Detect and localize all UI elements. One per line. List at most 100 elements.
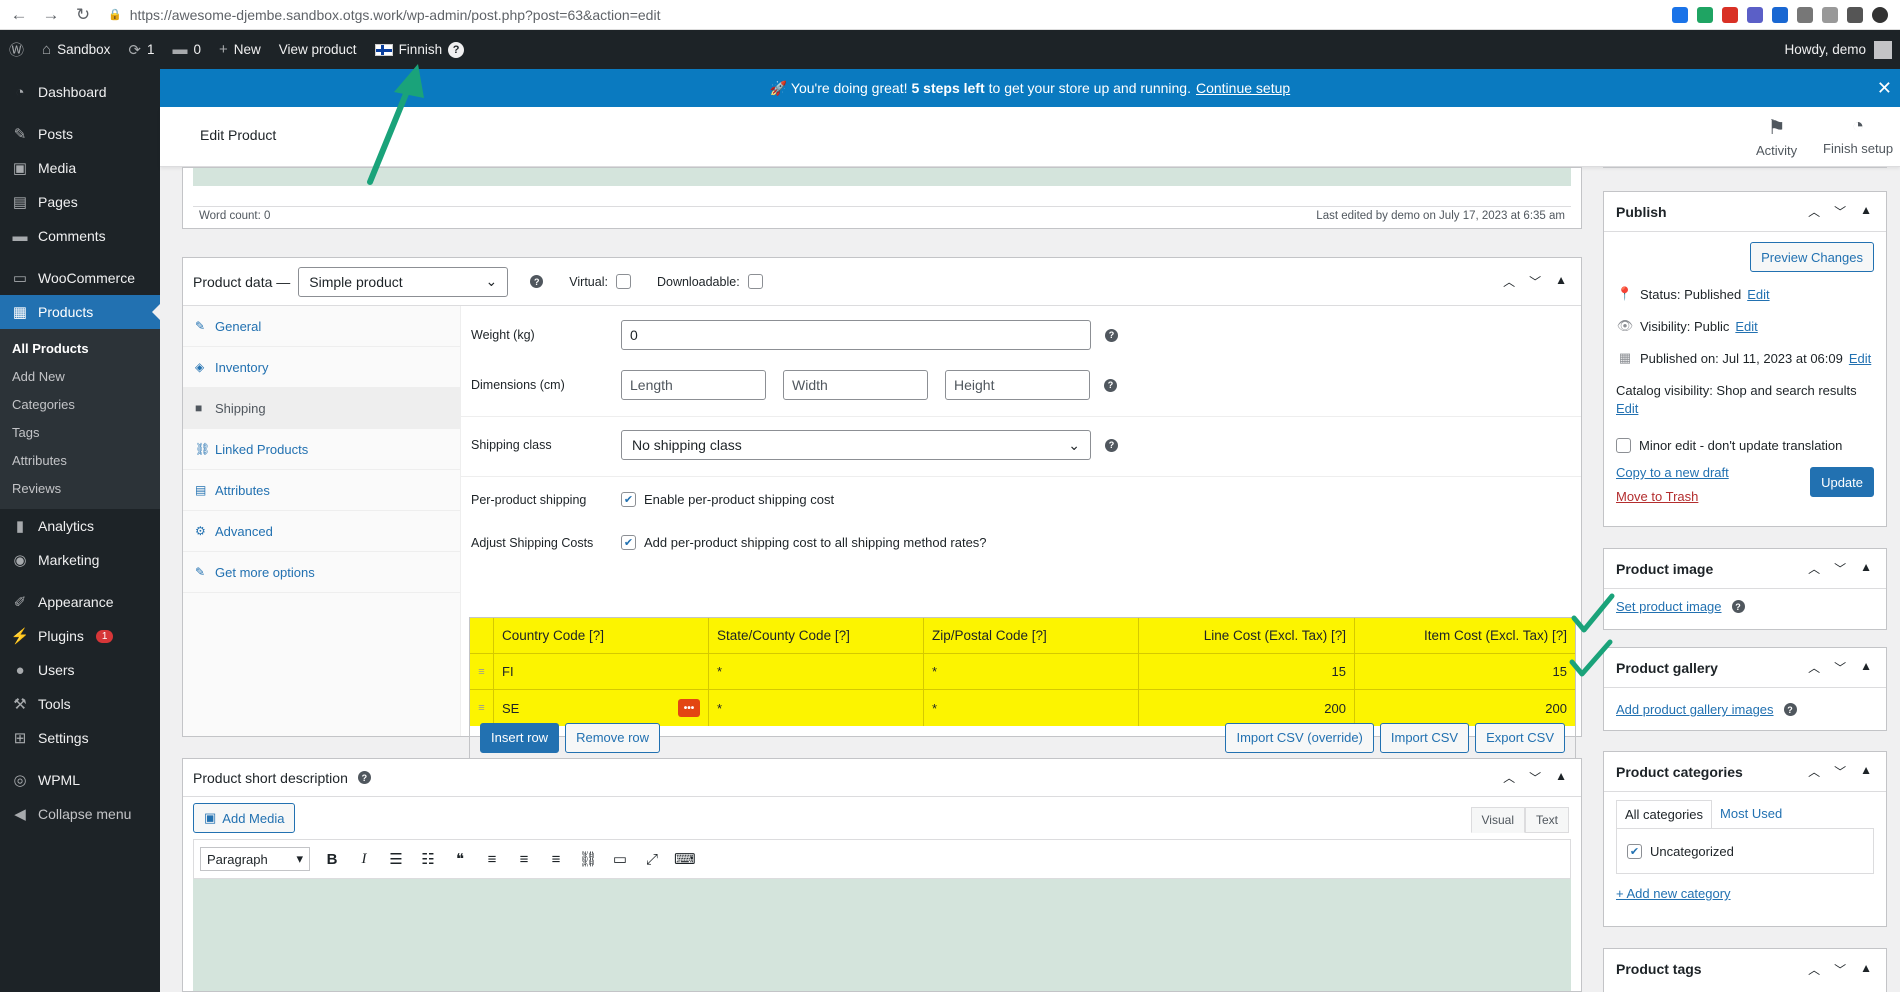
downloadable-checkbox[interactable] [747, 274, 763, 289]
help-icon[interactable]: ? [1104, 378, 1117, 392]
update-button[interactable]: Update [1810, 467, 1874, 497]
collapse-menu[interactable]: ◀ Collapse menu [0, 797, 160, 831]
chevron-down-icon[interactable]: ﹀ [1834, 763, 1846, 780]
virtual-checkbox[interactable] [615, 274, 631, 289]
state-code-input[interactable]: * [709, 654, 924, 689]
bold-icon[interactable]: B [322, 851, 342, 868]
import-csv-override-button[interactable]: Import CSV (override) [1225, 722, 1374, 753]
updates-link[interactable]: ⟳ 1 [119, 30, 163, 69]
copy-to-draft-link[interactable]: Copy to a new draft [1616, 461, 1729, 485]
insert-row-button[interactable]: Insert row [480, 722, 560, 753]
sidebar-item-dashboard[interactable]: ◔ Dashboard [0, 75, 160, 109]
edit-date-link[interactable]: Edit [1849, 351, 1871, 366]
site-name-link[interactable]: ⌂ Sandbox [33, 30, 119, 69]
country-code-input[interactable]: FI [494, 654, 709, 689]
sidebar-item-settings[interactable]: ⊞ Settings [0, 721, 160, 755]
tab-advanced[interactable]: ⚙ Advanced [183, 511, 460, 552]
toolbar-toggle-icon[interactable]: ⌨ [674, 850, 696, 868]
chevron-down-icon[interactable]: ﹀ [1529, 273, 1541, 290]
comments-link[interactable]: ▬ 0 [163, 30, 210, 69]
submenu-attributes[interactable]: Attributes [0, 447, 160, 475]
chevron-down-icon[interactable]: ﹀ [1834, 560, 1846, 577]
minor-edit-checkbox[interactable] [1616, 438, 1631, 453]
extension-icon[interactable] [1822, 6, 1838, 23]
sidebar-item-media[interactable]: ▣ Media [0, 151, 160, 185]
set-product-image-link[interactable]: Set product image [1616, 599, 1722, 614]
tab-inventory[interactable]: ◈ Inventory [183, 347, 460, 388]
align-center-icon[interactable]: ≡ [514, 851, 534, 868]
align-right-icon[interactable]: ≡ [546, 851, 566, 868]
weight-input[interactable]: 0 [621, 320, 1091, 350]
drag-handle-icon[interactable]: ≡ [470, 654, 494, 689]
line-cost-input[interactable]: 15 [1139, 654, 1355, 689]
submenu-tags[interactable]: Tags [0, 419, 160, 447]
adjust-costs-checkbox[interactable]: ✔ [621, 535, 636, 550]
chevron-up-icon[interactable]: ︿ [1808, 560, 1820, 577]
toggle-icon[interactable]: ▲ [1555, 273, 1567, 290]
tab-text[interactable]: Text [1524, 807, 1569, 833]
submenu-reviews[interactable]: Reviews [0, 475, 160, 503]
add-new-category-link[interactable]: + Add new category [1616, 886, 1874, 901]
tab-most-used[interactable]: Most Used [1712, 800, 1790, 828]
tab-linked-products[interactable]: ⛓ Linked Products [183, 429, 460, 470]
view-product-link[interactable]: View product [270, 30, 366, 69]
help-icon[interactable]: ? [1105, 328, 1118, 342]
toggle-icon[interactable]: ▲ [1860, 203, 1872, 220]
sidebar-item-tools[interactable]: ⚒ Tools [0, 687, 160, 721]
chevron-up-icon[interactable]: ︿ [1503, 273, 1515, 290]
link-icon[interactable]: ⛓ [578, 850, 598, 868]
continue-setup-link[interactable]: Continue setup [1196, 80, 1290, 96]
sidebar-item-plugins[interactable]: ⚡ Plugins 1 [0, 619, 160, 653]
extension-icon[interactable] [1797, 6, 1813, 23]
profile-icon[interactable] [1872, 6, 1888, 23]
chevron-down-icon[interactable]: ﹀ [1834, 203, 1846, 220]
reload-icon[interactable]: ↻ [70, 5, 96, 25]
chevron-down-icon[interactable]: ﹀ [1529, 769, 1541, 786]
add-gallery-images-link[interactable]: Add product gallery images [1616, 702, 1774, 717]
submenu-categories[interactable]: Categories [0, 391, 160, 419]
read-more-icon[interactable]: ▭ [610, 850, 630, 868]
fullscreen-icon[interactable]: ⤢ [642, 851, 662, 868]
close-icon[interactable]: ✕ [1877, 78, 1892, 99]
chevron-up-icon[interactable]: ︿ [1808, 203, 1820, 220]
help-icon[interactable]: ? [1105, 438, 1118, 452]
help-icon[interactable]: ? [530, 275, 544, 288]
edit-status-link[interactable]: Edit [1747, 287, 1769, 302]
toggle-icon[interactable]: ▲ [1860, 560, 1872, 577]
address-bar[interactable]: 🔒 https://awesome-djembe.sandbox.otgs.wo… [108, 7, 1672, 23]
zip-code-input[interactable]: * [924, 654, 1139, 689]
shipping-class-select[interactable]: No shipping class ⌄ [621, 430, 1091, 460]
submenu-all-products[interactable]: All Products [0, 335, 160, 363]
extension-icon[interactable] [1697, 6, 1713, 23]
tab-shipping[interactable]: ■ Shipping [183, 388, 460, 429]
chevron-up-icon[interactable]: ︿ [1503, 769, 1515, 786]
length-input[interactable]: Length [621, 370, 766, 400]
numbered-list-icon[interactable]: ☷ [418, 850, 438, 868]
extension-icon[interactable] [1772, 6, 1788, 23]
help-icon[interactable]: ? [1731, 600, 1745, 613]
language-switcher[interactable]: Finnish ? [366, 30, 474, 69]
chevron-up-icon[interactable]: ︿ [1808, 763, 1820, 780]
remove-row-button[interactable]: Remove row [565, 722, 661, 753]
edit-visibility-link[interactable]: Edit [1735, 319, 1757, 334]
toggle-icon[interactable]: ▲ [1555, 769, 1567, 786]
blockquote-icon[interactable]: ❝ [450, 850, 470, 868]
help-icon[interactable]: ? [1783, 703, 1797, 716]
tab-all-categories[interactable]: All categories [1616, 800, 1713, 828]
tab-attributes[interactable]: ▤ Attributes [183, 470, 460, 511]
puzzle-icon[interactable] [1847, 6, 1863, 23]
sidebar-item-posts[interactable]: ✎ Posts [0, 117, 160, 151]
avatar[interactable] [1874, 40, 1892, 59]
import-csv-button[interactable]: Import CSV [1379, 722, 1470, 753]
sidebar-item-appearance[interactable]: ✐ Appearance [0, 585, 160, 619]
item-cost-input[interactable]: 15 [1355, 654, 1575, 689]
forward-icon[interactable]: → [38, 5, 64, 25]
toggle-icon[interactable]: ▲ [1860, 763, 1872, 780]
sidebar-item-pages[interactable]: ▤ Pages [0, 185, 160, 219]
toggle-icon[interactable]: ▲ [1860, 659, 1872, 676]
chevron-up-icon[interactable]: ︿ [1808, 659, 1820, 676]
per-product-checkbox[interactable]: ✔ [621, 492, 636, 507]
chevron-down-icon[interactable]: ﹀ [1834, 961, 1846, 978]
submenu-add-new[interactable]: Add New [0, 363, 160, 391]
back-icon[interactable]: ← [6, 5, 32, 25]
